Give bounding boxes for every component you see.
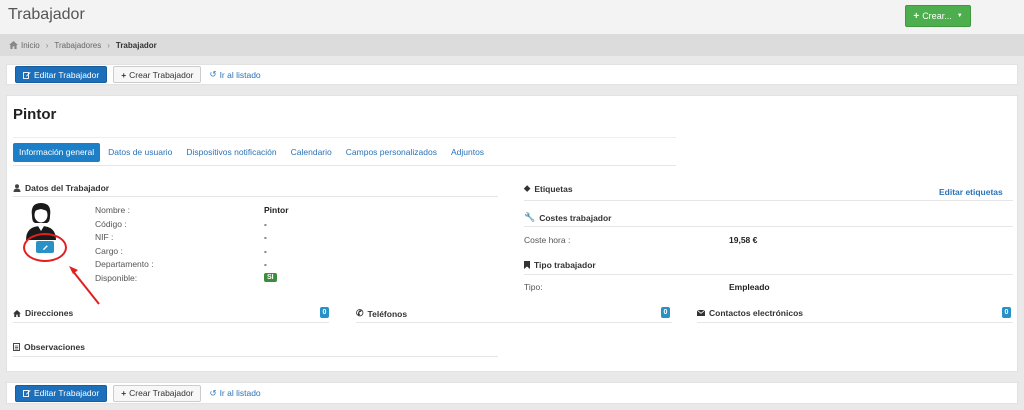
field-label-disponible: Disponible: bbox=[95, 273, 138, 283]
document-icon bbox=[13, 343, 20, 351]
divider bbox=[13, 356, 498, 357]
tab-dispositivos[interactable]: Dispositivos notificación bbox=[180, 143, 282, 162]
field-label-codigo: Código : bbox=[95, 219, 127, 229]
create-worker-button[interactable]: + Crear Trabajador bbox=[113, 384, 202, 402]
field-label-departamento: Departamento : bbox=[95, 259, 154, 269]
undo-icon: ↺ bbox=[209, 69, 217, 79]
divider bbox=[697, 322, 1013, 323]
direcciones-heading: Direcciones bbox=[13, 308, 73, 318]
tab-bar: Información general Datos de usuario Dis… bbox=[13, 143, 490, 162]
telefonos-count-badge: 0 bbox=[661, 307, 670, 318]
field-value-nif: - bbox=[264, 232, 267, 242]
etiquetas-heading: ⬥ Etiquetas bbox=[524, 183, 573, 194]
plus-icon: + bbox=[121, 388, 127, 398]
contactos-count-badge: 0 bbox=[1002, 307, 1011, 318]
telefonos-title: Teléfonos bbox=[367, 308, 408, 319]
field-label-nif: NIF : bbox=[95, 232, 114, 242]
divider bbox=[13, 137, 676, 138]
tags-icon: ⬥ bbox=[524, 183, 531, 193]
observaciones-heading: Observaciones bbox=[13, 342, 85, 352]
edit-tags-link[interactable]: Editar etiquetas bbox=[939, 187, 1003, 197]
etiquetas-title: Etiquetas bbox=[534, 183, 573, 194]
direcciones-count-badge: 0 bbox=[320, 307, 329, 318]
edit-worker-button[interactable]: Editar Trabajador bbox=[15, 384, 108, 402]
contactos-title: Contactos electrónicos bbox=[709, 308, 803, 318]
wrench-icon: 🔧 bbox=[524, 212, 536, 222]
go-to-list-link[interactable]: ↺ Ir al listado bbox=[207, 69, 262, 80]
create-button-label: Crear... bbox=[922, 11, 952, 21]
divider bbox=[13, 165, 676, 166]
bookmark-icon bbox=[524, 261, 530, 269]
status-badge: SI bbox=[264, 273, 277, 282]
divider bbox=[524, 200, 1013, 201]
tab-datos-usuario[interactable]: Datos de usuario bbox=[102, 143, 178, 162]
go-to-list-label: Ir al listado bbox=[219, 388, 261, 398]
undo-icon: ↺ bbox=[209, 387, 217, 398]
direcciones-title: Direcciones bbox=[25, 308, 74, 318]
divider bbox=[356, 322, 672, 323]
field-value-cargo: - bbox=[264, 246, 267, 256]
highlight-circle bbox=[23, 233, 67, 262]
edit-icon bbox=[23, 71, 31, 79]
create-worker-label: Crear Trabajador bbox=[129, 388, 194, 398]
action-toolbar-top: Editar Trabajador + Crear Trabajador ↺ I… bbox=[6, 64, 1018, 85]
create-dropdown-button[interactable]: + Crear... ▼ bbox=[905, 5, 971, 27]
breadcrumb-home[interactable]: Inicio bbox=[21, 41, 40, 50]
divider bbox=[13, 196, 498, 197]
breadcrumb: Inicio › Trabajadores › Trabajador bbox=[0, 34, 1024, 56]
tipo-title: Tipo trabajador bbox=[534, 260, 596, 270]
breadcrumb-separator-icon: › bbox=[107, 40, 110, 50]
action-toolbar-bottom: Editar Trabajador + Crear Trabajador ↺ I… bbox=[6, 382, 1018, 404]
divider bbox=[13, 322, 329, 323]
worker-name: Pintor bbox=[13, 106, 57, 123]
arrow-annotation-icon bbox=[69, 266, 100, 305]
home-icon bbox=[9, 41, 18, 49]
breadcrumb-workers[interactable]: Trabajadores bbox=[54, 41, 101, 50]
edit-worker-button[interactable]: Editar Trabajador bbox=[15, 66, 108, 83]
divider bbox=[524, 274, 1013, 275]
tab-campos-personalizados[interactable]: Campos personalizados bbox=[340, 143, 443, 162]
worker-card: Pintor Información general Datos de usua… bbox=[6, 95, 1018, 372]
datos-trabajador-heading: Datos del Trabajador bbox=[13, 183, 109, 193]
field-value-nombre: Pintor bbox=[264, 205, 289, 215]
envelope-icon bbox=[697, 310, 705, 316]
breadcrumb-separator-icon: › bbox=[45, 40, 49, 50]
observaciones-title: Observaciones bbox=[24, 342, 85, 352]
contactos-heading: Contactos electrónicos bbox=[697, 308, 803, 318]
caret-down-icon: ▼ bbox=[956, 13, 963, 19]
divider bbox=[524, 226, 1013, 227]
coste-hora-label: Coste hora : bbox=[524, 235, 571, 245]
edit-worker-label: Editar Trabajador bbox=[34, 69, 100, 80]
create-worker-button[interactable]: + Crear Trabajador bbox=[113, 66, 202, 83]
breadcrumb-current: Trabajador bbox=[115, 40, 157, 50]
tipo-value: Empleado bbox=[729, 282, 770, 292]
costes-heading: 🔧 Costes trabajador bbox=[524, 212, 612, 223]
field-value-codigo: - bbox=[264, 219, 267, 229]
phone-icon: ✆ bbox=[356, 308, 364, 318]
go-to-list-link[interactable]: ↺ Ir al listado bbox=[207, 388, 262, 399]
field-label-nombre: Nombre : bbox=[95, 205, 130, 215]
coste-hora-value: 19,58 € bbox=[729, 235, 758, 245]
telefonos-heading: ✆ Teléfonos bbox=[356, 308, 407, 319]
edit-worker-label: Editar Trabajador bbox=[34, 388, 100, 398]
top-bar: Trabajador + Crear... ▼ bbox=[0, 0, 1024, 34]
user-icon bbox=[13, 184, 21, 192]
plus-icon: + bbox=[913, 10, 920, 22]
edit-icon bbox=[23, 390, 31, 397]
tipo-label: Tipo: bbox=[524, 282, 543, 292]
plus-icon: + bbox=[121, 69, 127, 80]
tab-calendario[interactable]: Calendario bbox=[285, 143, 338, 162]
tab-adjuntos[interactable]: Adjuntos bbox=[445, 143, 490, 162]
tipo-heading: Tipo trabajador bbox=[524, 260, 596, 270]
home-icon bbox=[13, 309, 21, 317]
create-worker-label: Crear Trabajador bbox=[129, 69, 194, 80]
go-to-list-label: Ir al listado bbox=[219, 69, 261, 80]
costes-title: Costes trabajador bbox=[539, 212, 612, 223]
datos-trabajador-title: Datos del Trabajador bbox=[25, 183, 110, 193]
page-title: Trabajador bbox=[8, 6, 85, 23]
field-value-departamento: - bbox=[264, 259, 267, 269]
field-label-cargo: Cargo : bbox=[95, 246, 123, 256]
tab-informacion-general[interactable]: Información general bbox=[13, 143, 101, 162]
